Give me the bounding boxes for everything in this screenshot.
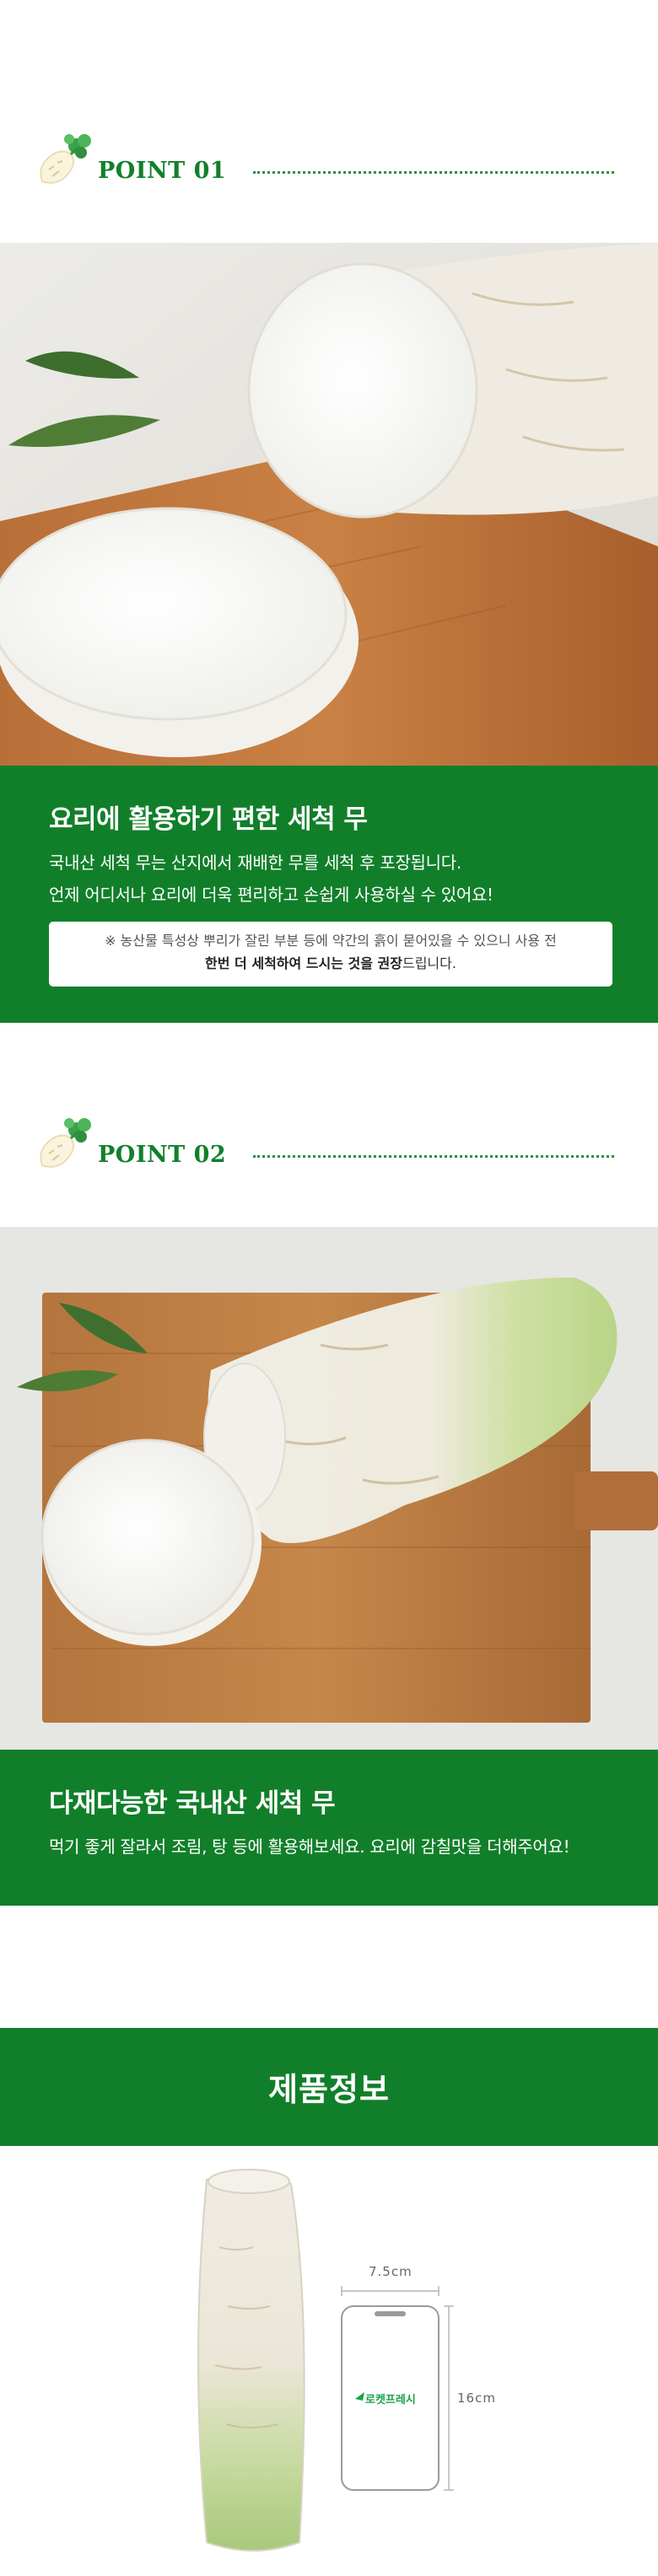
- point-01-heading: 요리에 활용하기 편한 세척 무: [49, 804, 368, 835]
- radish-mascot-icon: [40, 134, 91, 184]
- radish-mascot-icon: [40, 1118, 91, 1168]
- note-bold-text: 한번 더 세척하여 드시는 것을 권장: [205, 955, 402, 971]
- point-02-heading: 다재다능한 국내산 세척 무: [49, 1788, 336, 1819]
- point-02-header: POINT 02: [0, 1106, 658, 1174]
- dotted-divider: [253, 171, 614, 174]
- point-title: POINT 02: [98, 1142, 227, 1168]
- height-label: 16cm: [457, 2390, 496, 2406]
- note-line-1: ※ 농산물 특성상 뿌리가 잘린 부분 등에 약간의 흙이 묻어있을 수 있으니…: [105, 933, 557, 949]
- radish-photo-2: [0, 1227, 658, 1750]
- note-tail-text: 드립니다.: [402, 955, 456, 971]
- product-info-band: 제품정보: [0, 2028, 658, 2146]
- point-01-line-1: 국내산 세척 무는 산지에서 재배한 무를 세척 후 포장됩니다.: [49, 852, 461, 873]
- point-01-line-2: 언제 어디서나 요리에 더욱 편리하고 손쉽게 사용하실 수 있어요!: [49, 885, 494, 905]
- radish-photo-1: [0, 243, 658, 766]
- product-detail-page: POINT 01 요리에 활용하기 편한 세척 무 국내산 세척 무는 산지에서…: [0, 0, 658, 2576]
- rocket-fresh-logo: 로켓프레시: [365, 2394, 416, 2407]
- width-label: 7.5cm: [369, 2264, 413, 2279]
- product-info-title: 제품정보: [268, 2071, 390, 2108]
- point-01-info-box: 요리에 활용하기 편한 세척 무 국내산 세척 무는 산지에서 재배한 무를 세…: [0, 766, 658, 1023]
- note-line-2: 한번 더 세척하여 드시는 것을 권장드립니다.: [49, 952, 612, 975]
- point-02-info-box: 다재다능한 국내산 세척 무 먹기 좋게 잘라서 조림, 탕 등에 활용해보세요…: [0, 1750, 658, 1906]
- product-size-section: 7.5cm 16cm 로켓프레시: [0, 2146, 658, 2576]
- point-02-line-1: 먹기 좋게 잘라서 조림, 탕 등에 활용해보세요. 요리에 감칠맛을 더해주어…: [49, 1837, 570, 1857]
- washing-note: ※ 농산물 특성상 뿌리가 잘린 부분 등에 약간의 흙이 묻어있을 수 있으니…: [49, 922, 612, 987]
- point-01-header: POINT 01: [0, 122, 658, 190]
- point-title: POINT 01: [98, 158, 227, 184]
- product-size-illustration: [197, 2169, 454, 2552]
- dotted-divider: [253, 1155, 614, 1158]
